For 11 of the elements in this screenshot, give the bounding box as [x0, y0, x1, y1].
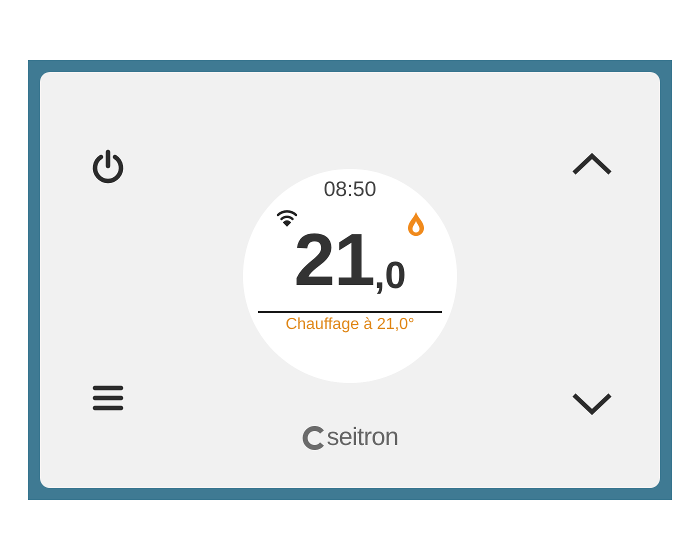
- brand-name: seitron: [326, 425, 398, 450]
- temperature-whole: 21: [294, 223, 374, 297]
- menu-icon: [92, 385, 124, 411]
- logo-ring-icon: [302, 426, 326, 450]
- power-icon: [91, 149, 125, 185]
- wifi-icon: [276, 209, 298, 227]
- chevron-down-icon: [572, 393, 612, 415]
- clock-time: 08:50: [324, 179, 376, 200]
- temperature-decimal: ,0: [374, 257, 406, 295]
- chevron-up-icon: [572, 153, 612, 175]
- status-text: Chauffage à 21,0°: [286, 317, 414, 333]
